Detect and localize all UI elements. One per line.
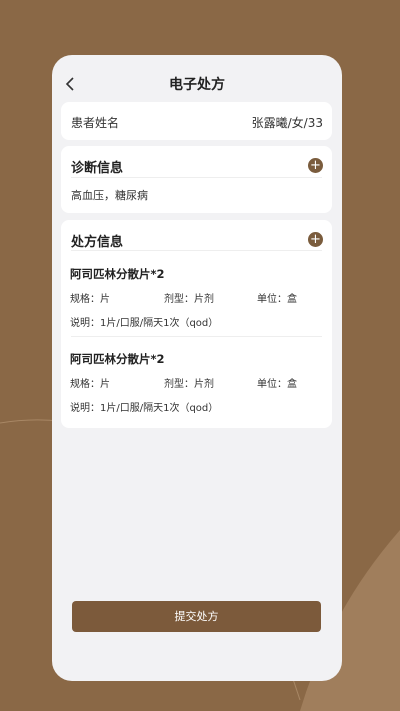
patient-card: 患者姓名 张露曦/女/33 xyxy=(61,102,332,140)
diagnosis-card: 诊断信息 + 高血压，糖尿病 xyxy=(61,146,332,213)
drug-unit: 单位：盒 xyxy=(257,379,297,390)
list-item[interactable]: 阿司匹林分散片*2 规格：片 剂型：片剂 单位：盒 说明：1片/口服/隔天1次（… xyxy=(70,351,324,421)
drug-form: 剂型：片剂 xyxy=(164,379,214,390)
drug-form: 剂型：片剂 xyxy=(164,294,214,305)
divider xyxy=(71,336,322,337)
drug-usage: 说明：1片/口服/隔天1次（qod） xyxy=(70,318,219,329)
add-diagnosis-button[interactable]: + xyxy=(308,158,323,173)
drug-spec: 规格：片 xyxy=(70,379,110,390)
patient-value: 张露曦/女/33 xyxy=(251,116,323,130)
list-item[interactable]: 阿司匹林分散片*2 规格：片 剂型：片剂 单位：盒 说明：1片/口服/隔天1次（… xyxy=(70,266,324,336)
prescription-card: 处方信息 + 阿司匹林分散片*2 规格：片 剂型：片剂 单位：盒 说明：1片/口… xyxy=(61,220,332,428)
drug-usage: 说明：1片/口服/隔天1次（qod） xyxy=(70,403,219,414)
plus-icon: + xyxy=(310,158,321,173)
divider xyxy=(71,177,322,178)
submit-button[interactable]: 提交处方 xyxy=(72,601,321,632)
drug-spec: 规格：片 xyxy=(70,294,110,305)
prescription-panel: 电子处方 患者姓名 张露曦/女/33 诊断信息 + 高血压，糖尿病 处方信息 +… xyxy=(52,55,342,681)
drug-name: 阿司匹林分散片*2 xyxy=(70,352,165,366)
drug-name: 阿司匹林分散片*2 xyxy=(70,267,165,281)
patient-label: 患者姓名 xyxy=(71,116,120,130)
drug-unit: 单位：盒 xyxy=(257,294,297,305)
plus-icon: + xyxy=(310,232,321,247)
divider xyxy=(71,250,322,251)
prescription-title: 处方信息 xyxy=(71,235,124,250)
diagnosis-title: 诊断信息 xyxy=(71,161,124,176)
page-title: 电子处方 xyxy=(169,77,225,93)
diagnosis-text: 高血压，糖尿病 xyxy=(71,189,148,202)
add-prescription-button[interactable]: + xyxy=(308,232,323,247)
